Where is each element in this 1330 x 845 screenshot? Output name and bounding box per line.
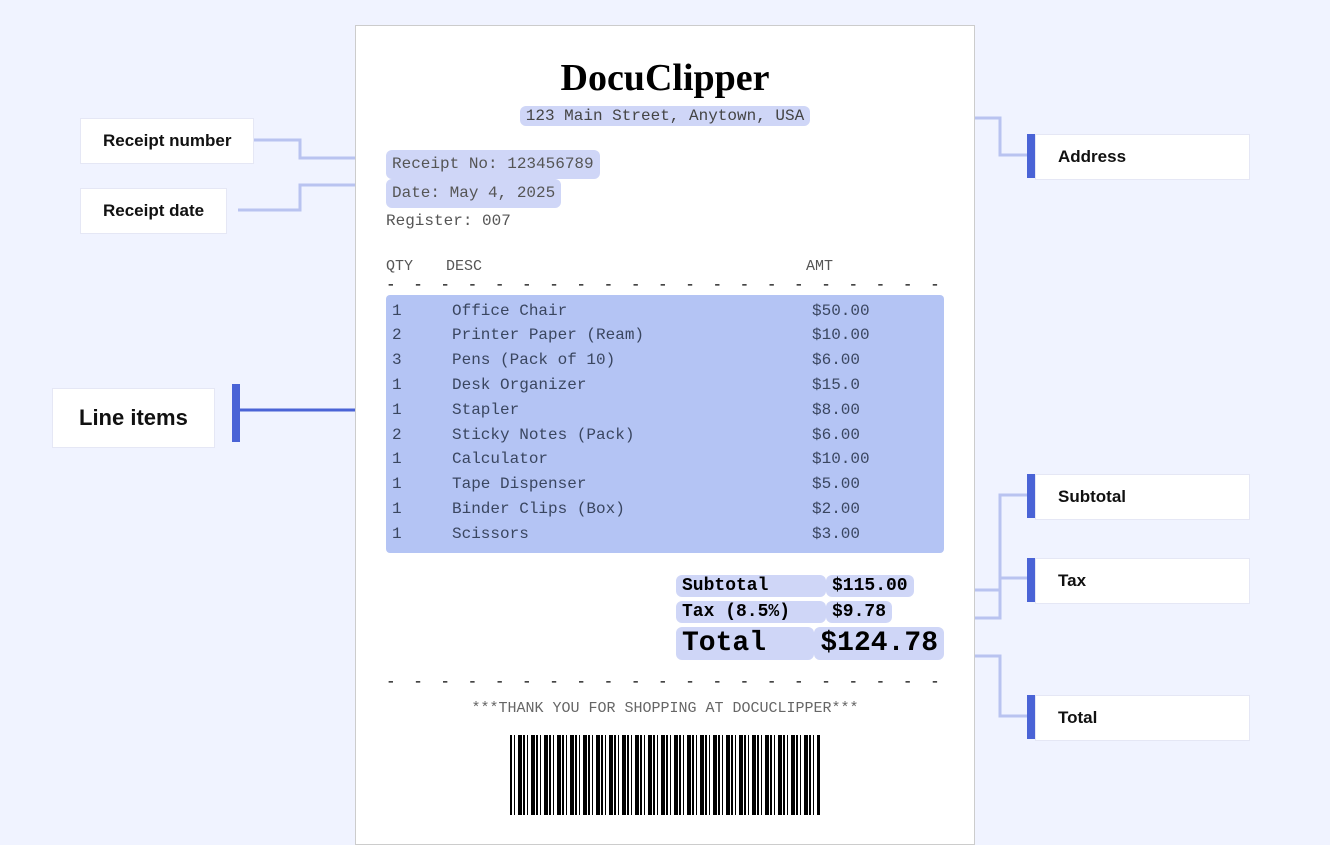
- receipt-meta: Receipt No: 123456789 Date: May 4, 2025 …: [386, 150, 944, 236]
- item-desc: Desk Organizer: [452, 373, 812, 398]
- register-label: Register:: [386, 212, 482, 230]
- item-qty: 1: [392, 299, 452, 324]
- item-desc: Binder Clips (Box): [452, 497, 812, 522]
- tax-accent-bar: [1027, 558, 1035, 602]
- line-item-row: 1Binder Clips (Box)$2.00: [392, 497, 938, 522]
- item-desc: Sticky Notes (Pack): [452, 423, 812, 448]
- header-qty: QTY: [386, 258, 446, 275]
- register-value: 007: [482, 212, 511, 230]
- tax-row: Tax (8.5%) $9.78: [676, 601, 944, 623]
- line-item-row: 1Office Chair$50.00: [392, 299, 938, 324]
- receipt-no-value: 123456789: [507, 155, 593, 173]
- item-amt: $6.00: [812, 348, 932, 373]
- callout-total: Total: [1035, 695, 1250, 741]
- header-amt: AMT: [806, 258, 926, 275]
- address-line: 123 Main Street, Anytown, USA: [386, 106, 944, 126]
- item-amt: $6.00: [812, 423, 932, 448]
- item-qty: 1: [392, 447, 452, 472]
- item-qty: 1: [392, 497, 452, 522]
- item-qty: 1: [392, 373, 452, 398]
- total-accent-bar: [1027, 695, 1035, 739]
- dash-separator-bottom: - - - - - - - - - - - - - - - - - - - - …: [386, 674, 944, 690]
- item-desc: Stapler: [452, 398, 812, 423]
- address-accent-bar: [1027, 134, 1035, 178]
- item-qty: 3: [392, 348, 452, 373]
- line-items-table: 1Office Chair$50.002Printer Paper (Ream)…: [386, 295, 944, 553]
- thank-you-message: ***THANK YOU FOR SHOPPING AT DOCUCLIPPER…: [386, 700, 944, 717]
- callout-receipt-number: Receipt number: [80, 118, 254, 164]
- date-value: May 4, 2025: [450, 184, 556, 202]
- item-desc: Office Chair: [452, 299, 812, 324]
- line-item-row: 1Calculator$10.00: [392, 447, 938, 472]
- barcode: [510, 735, 820, 815]
- item-amt: $15.0: [812, 373, 932, 398]
- line-item-row: 2Sticky Notes (Pack)$6.00: [392, 423, 938, 448]
- address-highlight: 123 Main Street, Anytown, USA: [520, 106, 810, 126]
- line-item-row: 1Scissors$3.00: [392, 522, 938, 547]
- receipt-date-highlight: Date: May 4, 2025: [386, 179, 561, 208]
- item-qty: 2: [392, 323, 452, 348]
- total-row: Total $124.78: [676, 627, 944, 660]
- receipt-number-highlight: Receipt No: 123456789: [386, 150, 600, 179]
- callout-receipt-date: Receipt date: [80, 188, 227, 234]
- callout-line-items: Line items: [52, 388, 215, 448]
- item-amt: $2.00: [812, 497, 932, 522]
- item-amt: $10.00: [812, 447, 932, 472]
- item-amt: $8.00: [812, 398, 932, 423]
- item-qty: 1: [392, 522, 452, 547]
- item-desc: Calculator: [452, 447, 812, 472]
- callout-subtotal: Subtotal: [1035, 474, 1250, 520]
- item-desc: Printer Paper (Ream): [452, 323, 812, 348]
- item-amt: $50.00: [812, 299, 932, 324]
- subtotal-accent-bar: [1027, 474, 1035, 518]
- line-item-row: 1Tape Dispenser$5.00: [392, 472, 938, 497]
- total-value: $124.78: [814, 627, 944, 660]
- callout-address: Address: [1035, 134, 1250, 180]
- tax-value: $9.78: [826, 601, 892, 623]
- line-item-row: 3Pens (Pack of 10)$6.00: [392, 348, 938, 373]
- item-qty: 1: [392, 398, 452, 423]
- item-qty: 1: [392, 472, 452, 497]
- subtotal-row: Subtotal $115.00: [676, 575, 944, 597]
- line-item-row: 1Stapler$8.00: [392, 398, 938, 423]
- subtotal-value: $115.00: [826, 575, 914, 597]
- total-label: Total: [676, 627, 814, 660]
- line-item-row: 2Printer Paper (Ream)$10.00: [392, 323, 938, 348]
- header-desc: DESC: [446, 258, 806, 275]
- date-label: Date:: [392, 184, 450, 202]
- item-amt: $3.00: [812, 522, 932, 547]
- item-desc: Tape Dispenser: [452, 472, 812, 497]
- receipt-document: DocuClipper 123 Main Street, Anytown, US…: [355, 25, 975, 845]
- subtotal-label: Subtotal: [676, 575, 826, 597]
- dash-separator: - - - - - - - - - - - - - - - - - - - - …: [386, 277, 944, 293]
- receipt-no-label: Receipt No:: [392, 155, 507, 173]
- item-desc: Scissors: [452, 522, 812, 547]
- tax-label: Tax (8.5%): [676, 601, 826, 623]
- item-amt: $10.00: [812, 323, 932, 348]
- item-desc: Pens (Pack of 10): [452, 348, 812, 373]
- brand-name: DocuClipper: [386, 56, 944, 100]
- line-item-row: 1Desk Organizer$15.0: [392, 373, 938, 398]
- items-header: QTY DESC AMT: [386, 258, 944, 275]
- callout-tax: Tax: [1035, 558, 1250, 604]
- item-qty: 2: [392, 423, 452, 448]
- line-items-accent-bar: [232, 384, 240, 442]
- totals-block: Subtotal $115.00 Tax (8.5%) $9.78 Total …: [676, 575, 944, 660]
- item-amt: $5.00: [812, 472, 932, 497]
